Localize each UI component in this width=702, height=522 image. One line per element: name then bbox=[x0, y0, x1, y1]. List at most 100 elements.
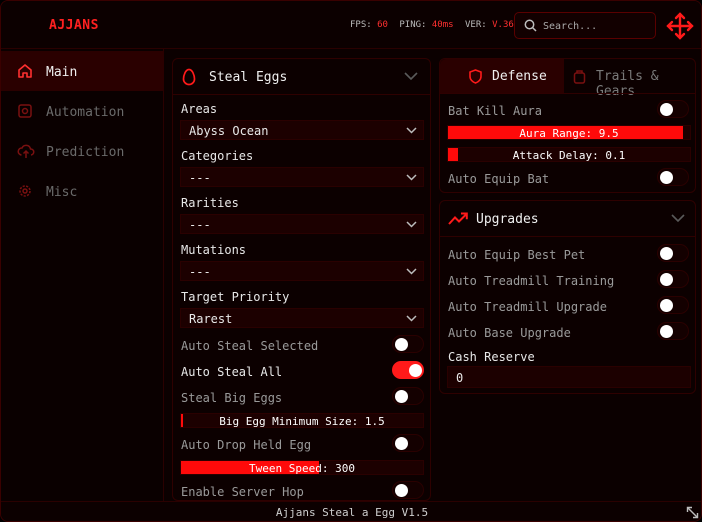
cash-reserve-input[interactable]: 0 bbox=[447, 366, 691, 388]
auto-equip-best-pet-label: Auto Equip Best Pet bbox=[448, 248, 586, 262]
target-priority-label: Target Priority bbox=[181, 290, 290, 304]
areas-value: Abyss Ocean bbox=[189, 124, 269, 138]
auto-steal-selected-toggle[interactable] bbox=[392, 335, 424, 353]
chevron-down-icon bbox=[406, 221, 417, 228]
tab-trails-gears[interactable]: Trails & Gears bbox=[564, 59, 697, 99]
attack-delay-slider[interactable]: Attack Delay: 0.1 bbox=[447, 147, 691, 162]
egg-icon bbox=[182, 68, 196, 86]
auto-treadmill-training-label: Auto Treadmill Training bbox=[448, 274, 615, 288]
tween-speed-slider[interactable]: Tween Speed: 300 bbox=[180, 460, 424, 475]
auto-base-upgrade-label: Auto Base Upgrade bbox=[448, 326, 571, 340]
sidebar-item-main[interactable]: Main bbox=[1, 51, 164, 91]
slider-text: Tween Speed: 300 bbox=[249, 462, 355, 475]
upgrades-panel: Upgrades Auto Equip Best Pet Auto Treadm… bbox=[439, 200, 696, 394]
mutations-value: --- bbox=[189, 265, 211, 279]
backpack-icon bbox=[573, 70, 586, 84]
categories-label: Categories bbox=[181, 149, 254, 163]
mutations-dropdown[interactable]: --- bbox=[180, 261, 424, 281]
mutations-label: Mutations bbox=[181, 243, 247, 257]
ver-label: VER: bbox=[465, 20, 487, 30]
chevron-down-icon bbox=[406, 268, 417, 275]
divider bbox=[440, 93, 695, 94]
slider-text: Aura Range: 9.5 bbox=[519, 127, 619, 140]
auto-equip-bat-toggle[interactable] bbox=[657, 168, 689, 186]
cash-reserve-label: Cash Reserve bbox=[448, 350, 535, 364]
target-priority-value: Rarest bbox=[189, 312, 233, 326]
footer-title: Ajjans Steal a Egg V1.5 bbox=[275, 506, 429, 519]
steal-eggs-header[interactable]: Steal Eggs bbox=[173, 59, 430, 95]
sidebar-item-label: Automation bbox=[46, 105, 125, 120]
trending-up-icon bbox=[448, 212, 468, 225]
auto-drop-held-egg-label: Auto Drop Held Egg bbox=[181, 438, 312, 452]
steal-eggs-panel: Steal Eggs Areas Abyss Ocean Categories … bbox=[172, 58, 431, 501]
app-window: AJJANS FPS: 60 PING: 40ms VER: V.364 Sea… bbox=[0, 0, 702, 522]
areas-dropdown[interactable]: Abyss Ocean bbox=[180, 120, 424, 140]
auto-equip-best-pet-toggle[interactable] bbox=[657, 244, 689, 262]
slider-text: Attack Delay: 0.1 bbox=[512, 149, 626, 162]
search-icon bbox=[524, 19, 537, 32]
ping-label: PING: bbox=[399, 20, 427, 30]
chevron-down-icon bbox=[406, 127, 417, 134]
chevron-down-icon[interactable] bbox=[671, 214, 685, 223]
auto-treadmill-upgrade-label: Auto Treadmill Upgrade bbox=[448, 300, 607, 314]
categories-value: --- bbox=[189, 171, 211, 185]
rarities-dropdown[interactable]: --- bbox=[180, 214, 424, 234]
sidebar-item-label: Prediction bbox=[46, 145, 125, 160]
rarities-value: --- bbox=[189, 218, 211, 232]
areas-label: Areas bbox=[181, 102, 218, 116]
tab-defense[interactable]: Defense bbox=[440, 59, 564, 93]
sidebar-item-prediction[interactable]: Prediction bbox=[1, 131, 164, 171]
categories-dropdown[interactable]: --- bbox=[180, 167, 424, 187]
move-icon[interactable] bbox=[666, 12, 694, 40]
chevron-down-icon bbox=[406, 315, 417, 322]
auto-steal-all-label: Auto Steal All bbox=[181, 365, 283, 379]
auto-steal-all-toggle[interactable] bbox=[392, 361, 424, 379]
cash-reserve-value: 0 bbox=[456, 371, 464, 385]
automation-icon bbox=[18, 104, 32, 118]
target-priority-dropdown[interactable]: Rarest bbox=[180, 308, 424, 328]
bat-kill-aura-toggle[interactable] bbox=[657, 100, 689, 118]
enable-server-hop-toggle[interactable] bbox=[392, 481, 424, 499]
top-bar: AJJANS FPS: 60 PING: 40ms VER: V.364 bbox=[1, 1, 701, 49]
search-input[interactable] bbox=[543, 17, 651, 35]
sidebar-item-label: Main bbox=[46, 65, 78, 80]
tab-label: Defense bbox=[492, 69, 547, 84]
panel-title: Steal Eggs bbox=[209, 70, 288, 85]
enable-server-hop-label: Enable Server Hop bbox=[181, 485, 304, 499]
resize-icon[interactable] bbox=[686, 506, 699, 519]
fps-label: FPS: bbox=[350, 20, 372, 30]
panel-title: Upgrades bbox=[476, 212, 539, 227]
defense-panel: Defense Trails & Gears Bat Kill Aura Aur… bbox=[439, 58, 696, 193]
auto-treadmill-upgrade-toggle[interactable] bbox=[657, 296, 689, 314]
auto-base-upgrade-toggle[interactable] bbox=[657, 322, 689, 340]
stats-bar: FPS: 60 PING: 40ms VER: V.364 bbox=[350, 20, 525, 30]
sidebar-item-label: Misc bbox=[46, 185, 78, 200]
cloud-icon bbox=[17, 144, 35, 158]
slider-text: Big Egg Minimum Size: 1.5 bbox=[219, 415, 385, 428]
footer-bar: Ajjans Steal a Egg V1.5 bbox=[1, 501, 701, 521]
aura-range-slider[interactable]: Aura Range: 9.5 bbox=[447, 125, 691, 140]
sidebar-item-automation[interactable]: Automation bbox=[1, 91, 164, 131]
ping-value: 40ms bbox=[431, 20, 454, 30]
shield-icon bbox=[469, 69, 482, 84]
tab-label: Trails & Gears bbox=[596, 69, 659, 99]
bat-kill-aura-label: Bat Kill Aura bbox=[448, 104, 542, 118]
home-icon bbox=[18, 64, 32, 78]
auto-steal-selected-label: Auto Steal Selected bbox=[181, 339, 319, 353]
steal-big-eggs-toggle[interactable] bbox=[392, 387, 424, 405]
chevron-down-icon bbox=[406, 174, 417, 181]
big-egg-min-size-slider[interactable]: Big Egg Minimum Size: 1.5 bbox=[180, 413, 424, 428]
auto-drop-held-egg-toggle[interactable] bbox=[392, 434, 424, 452]
sidebar-item-misc[interactable]: Misc bbox=[1, 171, 164, 211]
sidebar: Main Automation Prediction Misc bbox=[1, 49, 164, 501]
upgrades-header[interactable]: Upgrades bbox=[440, 201, 695, 237]
auto-treadmill-training-toggle[interactable] bbox=[657, 270, 689, 288]
brand-title: AJJANS bbox=[49, 18, 99, 33]
auto-equip-bat-label: Auto Equip Bat bbox=[448, 172, 550, 186]
rarities-label: Rarities bbox=[181, 196, 239, 210]
chevron-down-icon[interactable] bbox=[404, 72, 418, 81]
steal-big-eggs-label: Steal Big Eggs bbox=[181, 391, 283, 405]
gear-icon bbox=[19, 185, 31, 197]
fps-value: 60 bbox=[377, 20, 388, 30]
search-box[interactable] bbox=[514, 12, 656, 39]
